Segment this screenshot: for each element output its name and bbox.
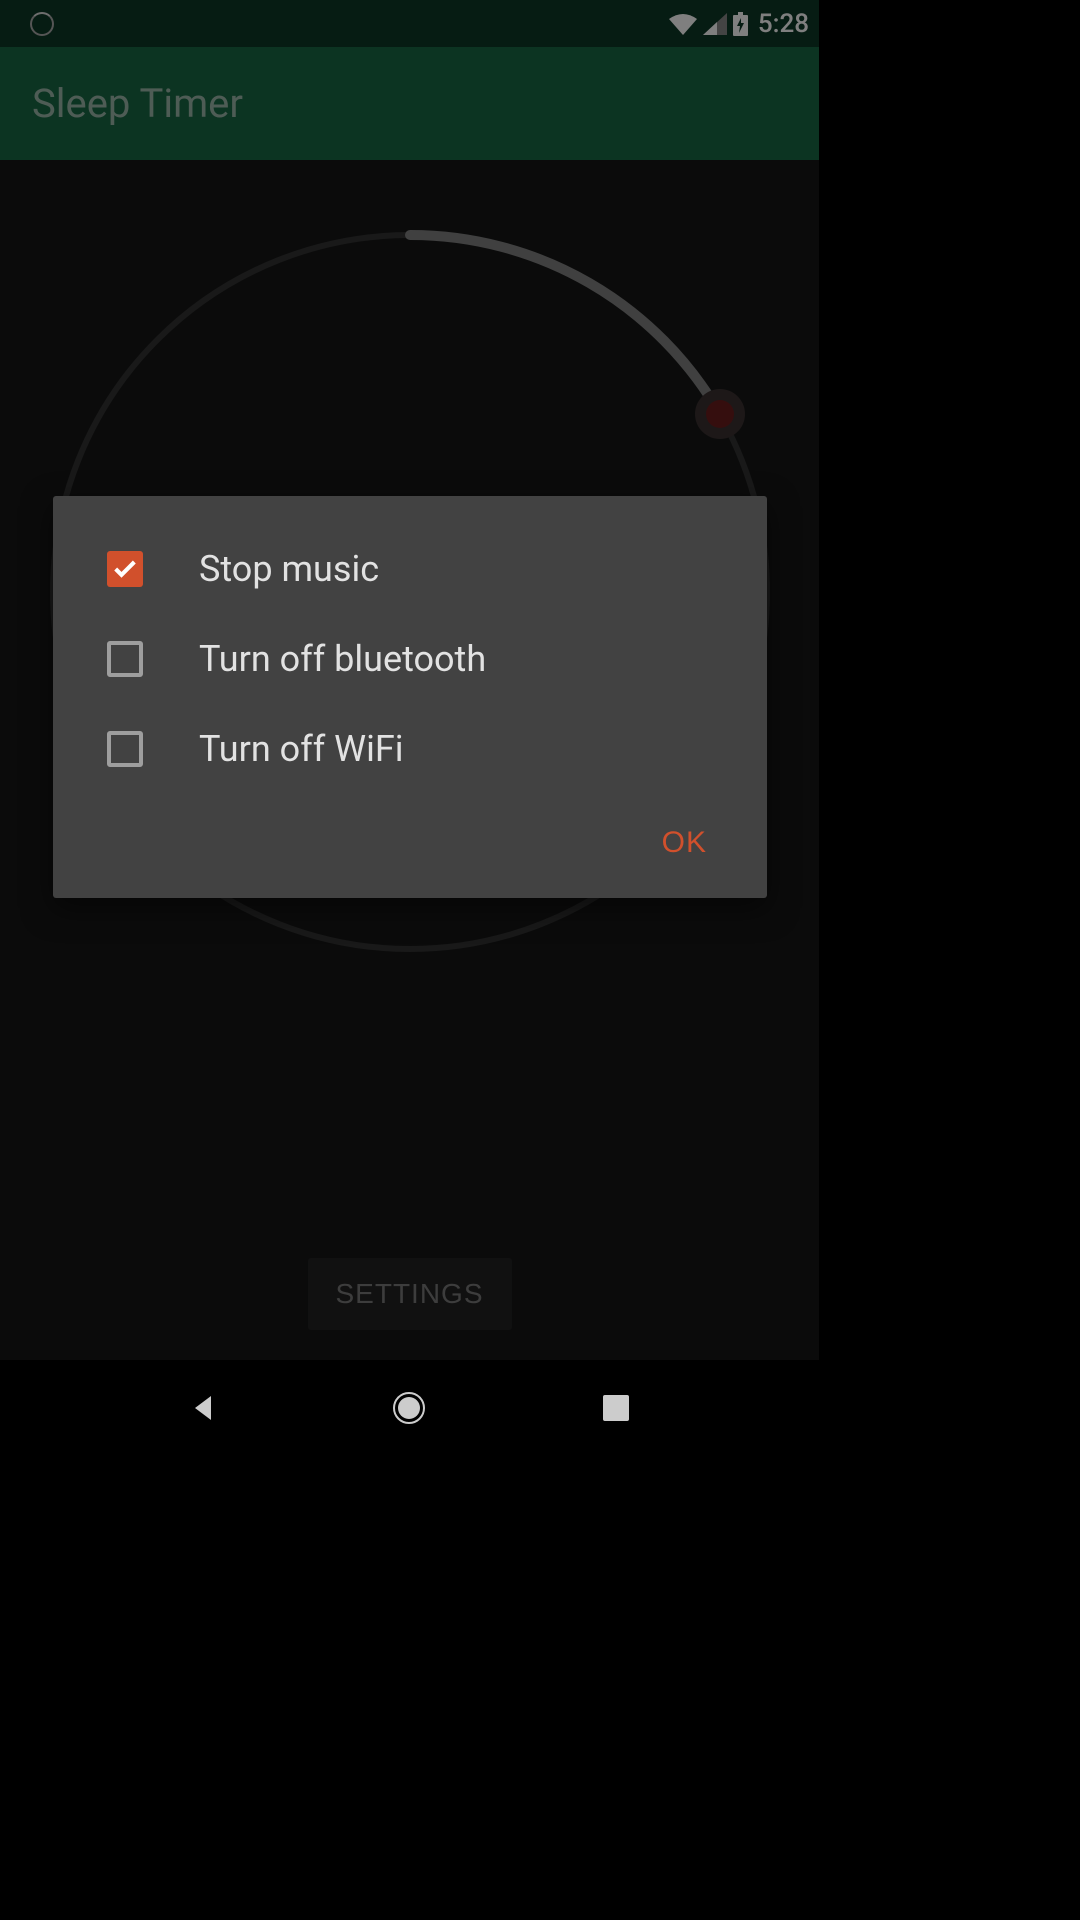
option-turn-off-wifi[interactable]: Turn off WiFi — [53, 704, 767, 794]
dialog-actions: OK — [53, 794, 767, 880]
settings-dialog: Stop music Turn off bluetooth Turn off W… — [53, 496, 767, 898]
checkbox-bluetooth[interactable] — [107, 641, 143, 677]
home-icon[interactable] — [391, 1390, 427, 1426]
back-icon[interactable] — [185, 1390, 221, 1426]
checkbox-stop-music[interactable] — [107, 551, 143, 587]
navigation-bar — [0, 1360, 819, 1456]
option-label: Turn off WiFi — [199, 728, 404, 770]
checkbox-wifi[interactable] — [107, 731, 143, 767]
option-label: Stop music — [199, 548, 379, 590]
recent-apps-icon[interactable] — [598, 1390, 634, 1426]
option-turn-off-bluetooth[interactable]: Turn off bluetooth — [53, 614, 767, 704]
option-label: Turn off bluetooth — [199, 638, 486, 680]
option-stop-music[interactable]: Stop music — [53, 524, 767, 614]
ok-button[interactable]: OK — [642, 816, 727, 870]
